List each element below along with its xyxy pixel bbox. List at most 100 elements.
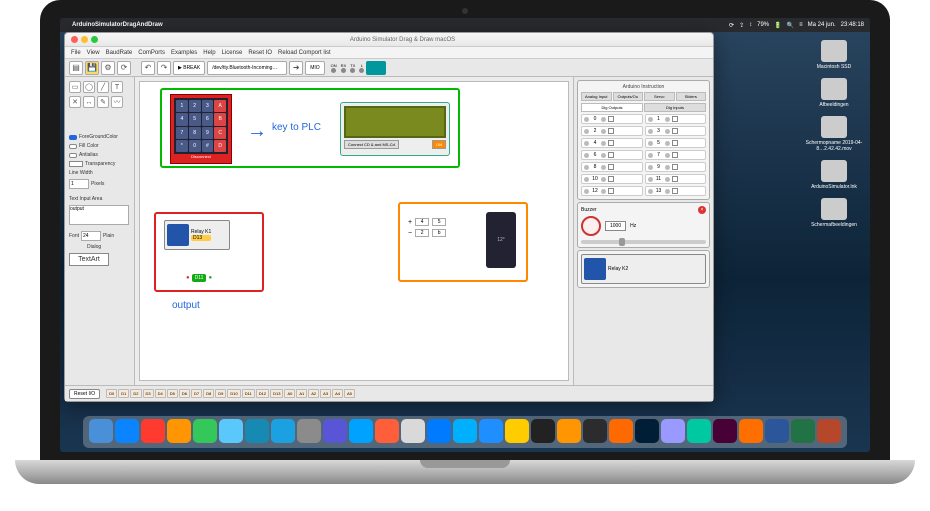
menubar-status-item[interactable]: Ma 24 jun. (808, 22, 836, 28)
dock-app-icon[interactable] (739, 419, 763, 443)
pin-button[interactable]: D12 (256, 389, 269, 398)
text-input-area[interactable] (69, 205, 129, 225)
pin-button[interactable]: D3 (143, 389, 154, 398)
menu-item[interactable]: File (71, 50, 81, 56)
pin-button[interactable]: D1 (118, 389, 129, 398)
dock-app-icon[interactable] (297, 419, 321, 443)
group-keypad-lcd[interactable]: 123A456B789C*0#D Disconnect → key to PLC… (160, 88, 460, 168)
menu-item[interactable]: BaudRate (106, 50, 133, 56)
group-stepper[interactable]: +45 −2b 12° (398, 202, 528, 282)
io-pin-cell[interactable]: 8 (581, 162, 643, 172)
menu-item[interactable]: Help (203, 50, 215, 56)
io-pin-cell[interactable]: 10 (581, 174, 643, 184)
minimize-icon[interactable] (81, 36, 88, 43)
redo-icon[interactable]: ↷ (157, 61, 171, 75)
keypad-key[interactable]: 4 (176, 113, 188, 125)
keypad-key[interactable]: 2 (189, 100, 201, 112)
menu-item[interactable]: View (87, 50, 100, 56)
tab[interactable]: Sliders (676, 92, 707, 101)
desktop-icon[interactable]: Schermopname 2019-04-8…2.42.42.mov (804, 116, 864, 152)
text-tool-icon[interactable]: T (111, 81, 123, 93)
io-pin-cell[interactable]: 5 (645, 138, 707, 148)
dock-app-icon[interactable] (687, 419, 711, 443)
canvas-text-output[interactable]: output (172, 300, 200, 311)
menubar-status-item[interactable]: 79% (757, 22, 769, 28)
lcd-component[interactable]: Connect CD & and MS-Cd ON (340, 102, 450, 156)
desktop-icon[interactable]: Schermafbeeldingen (804, 198, 864, 228)
tool-icon[interactable]: ⚙ (101, 61, 115, 75)
pin-button[interactable]: D4 (155, 389, 166, 398)
tab[interactable]: Dig Inputs (644, 103, 706, 112)
fill-color-swatch[interactable] (69, 144, 77, 149)
dock-app-icon[interactable] (401, 419, 425, 443)
transparency-field[interactable] (69, 161, 83, 167)
pin-button[interactable]: D2 (130, 389, 141, 398)
font-family-select[interactable]: Dialog (87, 244, 130, 250)
keypad-key[interactable]: 3 (202, 100, 214, 112)
pin-button[interactable]: A3 (320, 389, 331, 398)
io-pin-cell[interactable]: 3 (645, 126, 707, 136)
pin-button[interactable]: D11 (242, 389, 255, 398)
io-pin-cell[interactable]: 0 (581, 114, 643, 124)
dock-app-icon[interactable] (817, 419, 841, 443)
line-width-input[interactable] (69, 179, 89, 189)
pin-button[interactable]: D0 (106, 389, 117, 398)
keypad-key[interactable]: 8 (189, 127, 201, 139)
pin-button[interactable]: D8 (203, 389, 214, 398)
keypad-key[interactable]: B (214, 113, 226, 125)
menubar-app-name[interactable]: ArduinoSimulatorDragAndDraw (72, 22, 163, 28)
dock-app-icon[interactable] (583, 419, 607, 443)
dock-app-icon[interactable] (271, 419, 295, 443)
mio-button[interactable]: MIO (305, 61, 324, 75)
io-pin-cell[interactable]: 13 (645, 186, 707, 196)
menu-item[interactable]: ComPorts (138, 50, 165, 56)
keypad-component[interactable]: 123A456B789C*0#D Disconnect (170, 94, 232, 164)
dock-app-icon[interactable] (609, 419, 633, 443)
desktop-icon[interactable]: Afbeeldingen (804, 78, 864, 108)
dock-app-icon[interactable] (661, 419, 685, 443)
pin-button[interactable]: A2 (308, 389, 319, 398)
keypad-key[interactable]: * (176, 140, 188, 152)
menubar-status-item[interactable]: 23:48:18 (841, 22, 864, 28)
arduino-board-icon[interactable] (366, 61, 386, 75)
menubar-status-item[interactable]: ↕ (749, 22, 752, 28)
keypad-key[interactable]: A (214, 100, 226, 112)
menubar-status-item[interactable]: ⟳ (729, 22, 734, 29)
desktop-icon[interactable]: Macintosh SSD (804, 40, 864, 70)
relay-k2-panel[interactable]: Relay K2 (577, 250, 710, 288)
pin-button[interactable]: A1 (296, 389, 307, 398)
pin-button[interactable]: D10 (227, 389, 240, 398)
dock-app-icon[interactable] (167, 419, 191, 443)
close-icon[interactable]: × (698, 206, 706, 214)
menu-item[interactable]: Examples (171, 50, 197, 56)
group-relay[interactable]: Relay K1 D13 ●D11● (154, 212, 264, 292)
buzzer-slider[interactable] (581, 240, 706, 244)
dock-app-icon[interactable] (427, 419, 451, 443)
reset-io-button[interactable]: Reset I/O (69, 389, 100, 399)
upload-icon[interactable]: ➜ (289, 61, 303, 75)
dock-app-icon[interactable] (193, 419, 217, 443)
brush-tool-icon[interactable]: ✎ (97, 96, 109, 108)
desktop-icon[interactable]: ArduinoSimulator.lnk (804, 160, 864, 190)
lcd-connect-button[interactable]: Connect CD & and MS-Cd (344, 140, 399, 149)
lcd-on-button[interactable]: ON (432, 140, 446, 149)
dock-app-icon[interactable] (635, 419, 659, 443)
dock-app-icon[interactable] (557, 419, 581, 443)
io-pin-cell[interactable]: 9 (645, 162, 707, 172)
keypad-key[interactable]: 6 (202, 113, 214, 125)
pin-button[interactable]: D5 (167, 389, 178, 398)
delete-tool-icon[interactable]: ✕ (69, 96, 81, 108)
dock-app-icon[interactable] (791, 419, 815, 443)
keypad-key[interactable]: 5 (189, 113, 201, 125)
menu-item[interactable]: Reload Comport list (278, 50, 331, 56)
io-pin-cell[interactable]: 6 (581, 150, 643, 160)
dock-app-icon[interactable] (349, 419, 373, 443)
dock-app-icon[interactable] (219, 419, 243, 443)
keypad-key[interactable]: 7 (176, 127, 188, 139)
canvas-text-keytoplc[interactable]: key to PLC (272, 122, 321, 133)
relay-k1[interactable]: Relay K1 D13 (164, 220, 230, 250)
menubar-status-item[interactable]: ≡ (799, 22, 803, 28)
keypad-key[interactable]: # (202, 140, 214, 152)
save-icon[interactable]: 💾 (85, 61, 99, 75)
tab[interactable]: Dig Outputs (581, 103, 643, 112)
